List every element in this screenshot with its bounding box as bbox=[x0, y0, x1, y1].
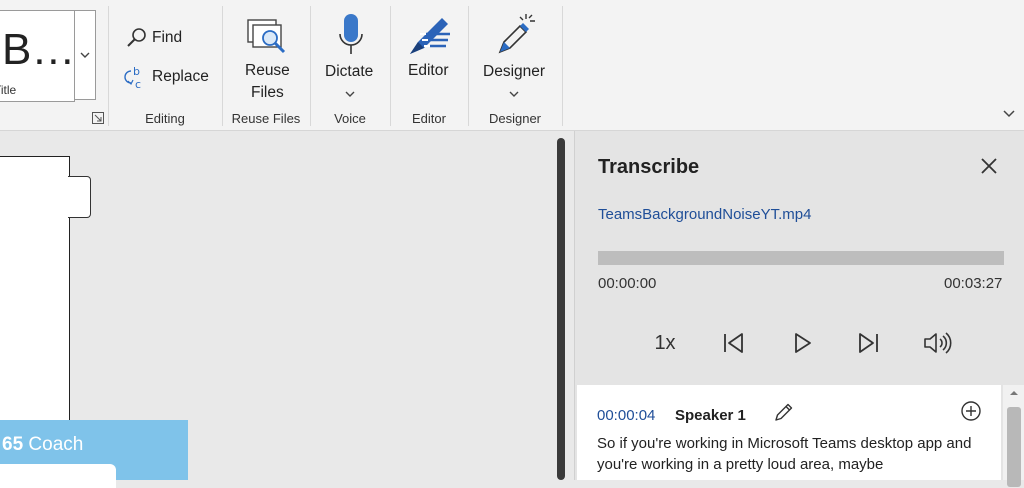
play-icon bbox=[795, 333, 811, 353]
group-label-designer: Designer bbox=[488, 111, 542, 126]
scrollbar-thumb[interactable] bbox=[1007, 407, 1021, 487]
entry-timestamp[interactable]: 00:00:04 bbox=[597, 407, 655, 424]
style-name: Title bbox=[0, 83, 17, 97]
separator bbox=[222, 6, 223, 126]
total-time: 00:03:27 bbox=[944, 275, 1003, 292]
next-button[interactable] bbox=[854, 325, 884, 361]
coach-label: Coach bbox=[23, 434, 84, 455]
group-label-editing: Editing bbox=[145, 111, 185, 126]
editor-icon bbox=[410, 18, 450, 54]
dictate-label: Dictate bbox=[325, 63, 374, 80]
group-label-voice: Voice bbox=[334, 111, 366, 126]
svg-text:b: b bbox=[133, 65, 140, 78]
svg-text:c: c bbox=[135, 78, 141, 91]
style-preview: B… bbox=[2, 25, 75, 74]
dialog-launcher-icon[interactable] bbox=[92, 112, 104, 124]
separator bbox=[562, 6, 563, 126]
play-button[interactable] bbox=[788, 325, 818, 361]
reuse-label-line2: Files bbox=[251, 84, 284, 101]
transcript-scrollbar[interactable] bbox=[1003, 385, 1024, 487]
find-icon bbox=[127, 28, 146, 47]
playback-progress-bar[interactable] bbox=[598, 251, 1004, 265]
volume-button[interactable] bbox=[921, 325, 955, 361]
pane-splitter[interactable] bbox=[557, 138, 565, 480]
reuse-label-line1: Reuse bbox=[245, 62, 290, 79]
replace-label: Replace bbox=[152, 68, 209, 85]
ribbon-expand-chevron-icon[interactable] bbox=[1002, 108, 1016, 118]
scroll-up-icon[interactable] bbox=[1008, 389, 1020, 397]
previous-icon bbox=[724, 333, 743, 353]
group-label-reuse-files: Reuse Files bbox=[231, 111, 301, 126]
playback-speed-button[interactable]: 1x bbox=[647, 325, 683, 361]
separator bbox=[310, 6, 311, 126]
transcribe-pane: Transcribe TeamsBackgroundNoiseYT.mp4 00… bbox=[574, 131, 1024, 487]
style-gallery-more-button[interactable] bbox=[74, 10, 96, 100]
designer-label: Designer bbox=[483, 63, 546, 80]
coach-prefix: 65 bbox=[2, 434, 24, 455]
style-gallery-item[interactable]: B… Title bbox=[0, 10, 75, 102]
designer-icon bbox=[498, 14, 535, 54]
volume-icon bbox=[924, 332, 952, 354]
edit-icon[interactable] bbox=[773, 401, 795, 423]
current-time: 00:00:00 bbox=[598, 275, 657, 292]
entry-speaker: Speaker 1 bbox=[675, 407, 746, 424]
transcript-entry[interactable]: 00:00:04 Speaker 1 So if you're working … bbox=[577, 385, 1001, 480]
chevron-down-icon[interactable] bbox=[345, 90, 355, 98]
editor-label: Editor bbox=[408, 62, 449, 79]
next-icon bbox=[859, 333, 878, 353]
replace-icon: b c bbox=[124, 65, 141, 91]
page-side-tab[interactable] bbox=[68, 176, 91, 218]
audio-file-link[interactable]: TeamsBackgroundNoiseYT.mp4 bbox=[598, 206, 811, 223]
pane-title: Transcribe bbox=[598, 156, 700, 178]
separator bbox=[390, 6, 391, 126]
ribbon: B… Title Find b c Replace Editing Reuse … bbox=[0, 0, 1024, 131]
chevron-down-icon bbox=[80, 52, 90, 58]
find-label: Find bbox=[152, 29, 183, 46]
reuse-files-icon bbox=[247, 19, 286, 54]
group-label-editor: Editor bbox=[412, 111, 446, 126]
coach-input[interactable] bbox=[0, 464, 116, 488]
document-canvas[interactable]: 65 Coach bbox=[0, 131, 558, 488]
coach-panel: 65 Coach bbox=[0, 420, 188, 488]
microphone-icon bbox=[339, 14, 363, 54]
coach-title: 65 Coach bbox=[2, 434, 83, 456]
close-icon[interactable] bbox=[978, 155, 1000, 177]
add-circle-icon[interactable] bbox=[959, 399, 983, 423]
previous-button[interactable] bbox=[718, 325, 748, 361]
entry-text: So if you're working in Microsoft Teams … bbox=[597, 435, 972, 473]
chevron-down-icon[interactable] bbox=[509, 90, 519, 98]
separator bbox=[108, 6, 109, 126]
separator bbox=[468, 6, 469, 126]
